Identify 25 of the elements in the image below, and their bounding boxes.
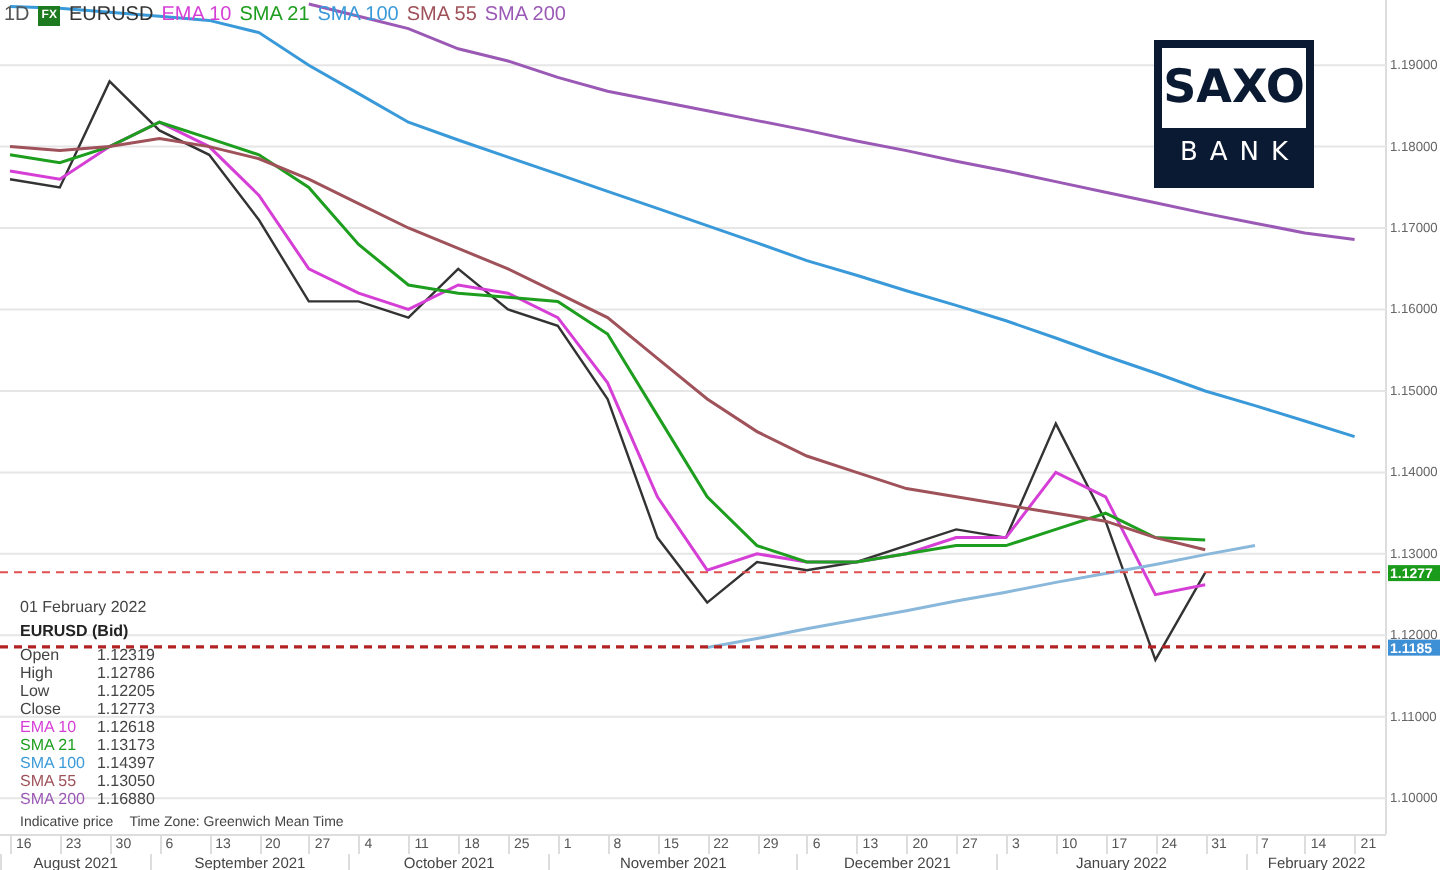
interval-label[interactable]: 1D [4,6,30,26]
info-value: 1.12319 [96,646,155,664]
info-value: 1.13050 [96,772,155,790]
info-label: Close [20,700,63,718]
info-label: High [20,664,55,682]
info-label: SMA 100 [20,754,85,772]
logo: SAXO BANK [1154,40,1314,188]
info-label: SMA 21 [20,736,79,754]
date-label: 01 February 2022 [20,598,149,616]
info-value: 1.16880 [96,790,155,808]
info-value: 1.13173 [96,736,155,754]
indicator-legend[interactable]: SMA 21 [239,6,310,26]
info-label: SMA 200 [20,790,85,808]
indicator-legend[interactable]: SMA 55 [406,6,477,26]
info-value: 1.12205 [96,682,155,700]
info-value: 1.14397 [96,754,155,772]
instrument-title: EURUSD (Bid) [20,622,131,640]
info-label: SMA 55 [20,772,79,790]
info-value: 1.12618 [96,718,155,736]
info-label: EMA 10 [20,718,79,736]
indicator-legend[interactable]: SMA 200 [484,6,566,26]
info-label: Low [20,682,52,700]
info-value: 1.12773 [96,700,155,718]
info-label: Open [20,646,62,664]
info-value: 1.12786 [96,664,155,682]
